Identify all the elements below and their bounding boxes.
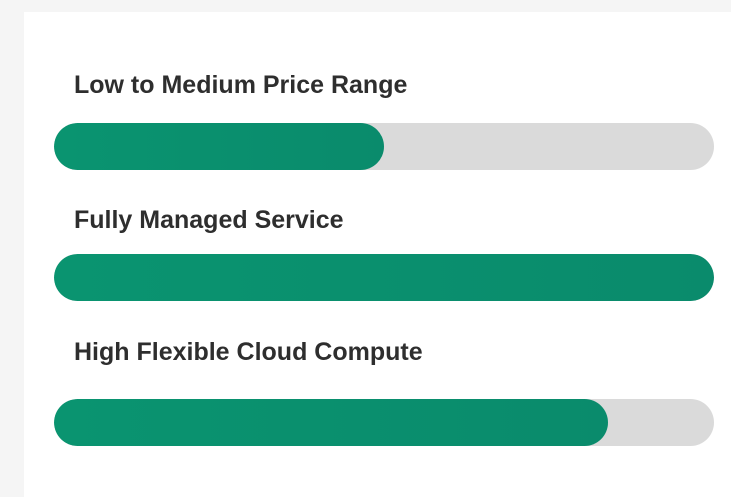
feature-label: High Flexible Cloud Compute [74, 338, 423, 366]
progress-track [54, 254, 714, 301]
progress-track [54, 399, 714, 446]
feature-label: Low to Medium Price Range [74, 71, 408, 99]
progress-fill [54, 254, 714, 301]
progress-fill [54, 123, 384, 170]
progress-fill [54, 399, 609, 446]
progress-track [54, 123, 714, 170]
feature-rating-card: Low to Medium Price Range Fully Managed … [24, 12, 731, 497]
feature-label: Fully Managed Service [74, 206, 344, 234]
